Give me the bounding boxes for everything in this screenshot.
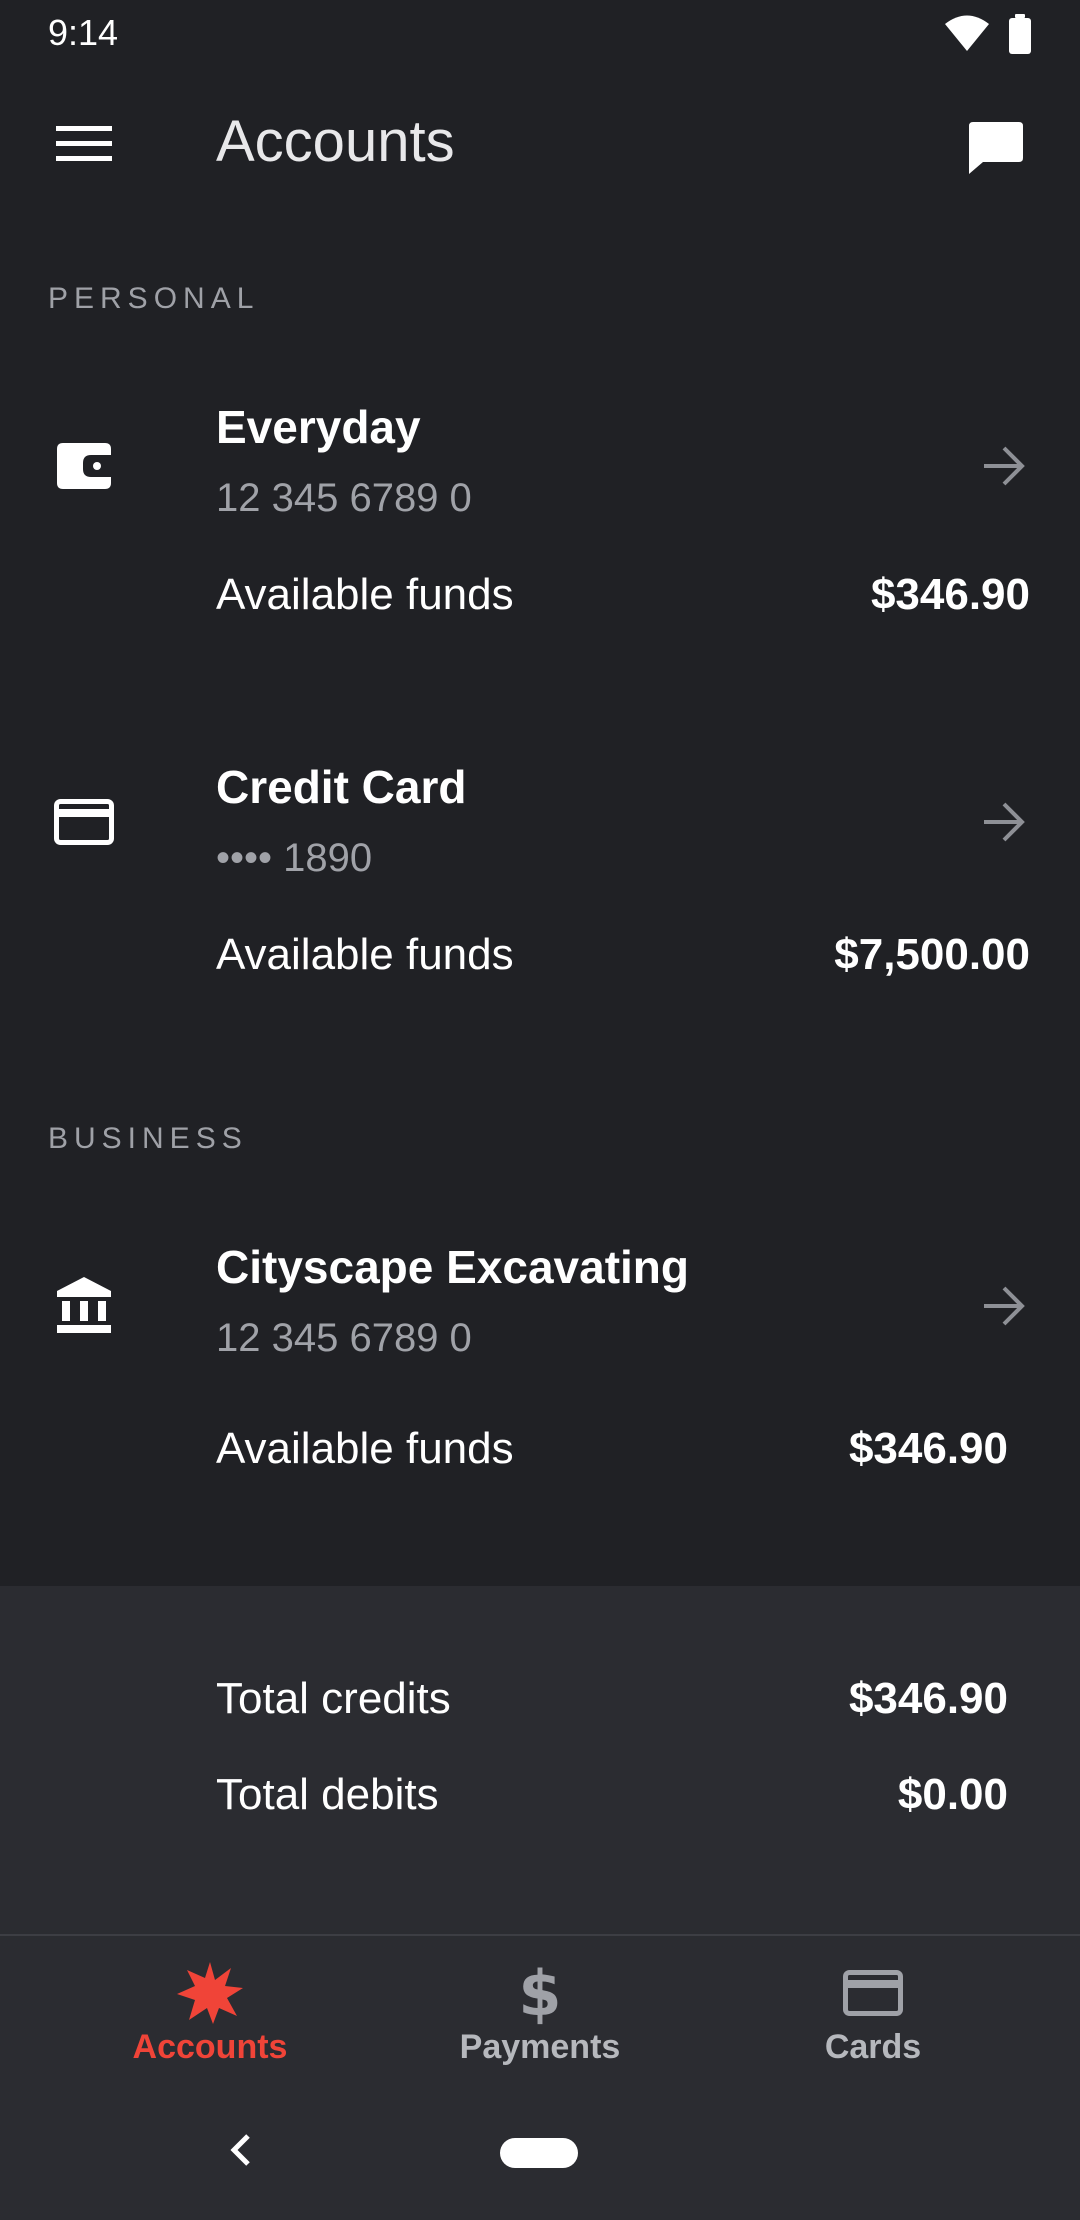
system-home-pill[interactable] — [500, 2138, 578, 2168]
account-name: Everyday — [216, 401, 421, 453]
app-bar: Accounts — [0, 66, 1080, 222]
hamburger-menu-icon — [56, 126, 112, 161]
system-back-button[interactable] — [218, 2118, 262, 2182]
available-funds-label: Available funds — [216, 570, 514, 619]
nav-tab-accounts[interactable]: Accounts — [45, 1936, 375, 2086]
section-label-business: BUSINESS — [48, 1122, 248, 1155]
nav-tab-payments[interactable]: $ Payments — [375, 1936, 705, 2086]
available-funds-value: $7,500.00 — [834, 930, 1030, 979]
bank-icon — [52, 1274, 116, 1338]
status-bar: 9:14 — [0, 0, 1080, 66]
nav-label: Payments — [459, 2028, 621, 2066]
dollar-icon: $ — [518, 1956, 562, 2030]
status-icons — [944, 14, 1032, 54]
account-number: 12 345 6789 0 — [216, 1316, 472, 1360]
available-funds-label: Available funds — [216, 1424, 514, 1473]
chevron-left-icon — [230, 2134, 250, 2166]
total-debits-value: $0.00 — [897, 1770, 1008, 1819]
arrow-right-icon — [978, 440, 1030, 492]
menu-button[interactable] — [40, 112, 128, 176]
available-funds-label: Available funds — [216, 930, 514, 979]
total-credits-label: Total credits — [216, 1674, 451, 1723]
account-number: 12 345 6789 0 — [216, 476, 472, 520]
status-time: 9:14 — [48, 12, 119, 53]
card-icon — [838, 1958, 908, 2028]
account-number: •••• 1890 — [216, 836, 373, 880]
total-credits-value: $346.90 — [848, 1674, 1008, 1723]
wifi-icon — [945, 15, 989, 51]
nav-label: Cards — [824, 2028, 922, 2066]
page-title: Accounts — [216, 109, 455, 174]
bottom-navigation: Accounts $ Payments Cards — [0, 1934, 1080, 2084]
nav-label: Accounts — [132, 2028, 288, 2066]
system-navigation-bar — [0, 2084, 1080, 2220]
wallet-icon — [52, 434, 116, 498]
available-funds-value: $346.90 — [848, 1424, 1008, 1473]
star-logo-icon — [175, 1958, 245, 2028]
nav-tab-cards[interactable]: Cards — [708, 1936, 1038, 2086]
messages-button[interactable] — [960, 112, 1032, 184]
battery-icon — [1009, 14, 1031, 54]
arrow-right-icon — [978, 796, 1030, 848]
arrow-right-icon — [978, 1280, 1030, 1332]
account-item-credit-card[interactable]: Credit Card •••• 1890 Available funds $7… — [0, 760, 1080, 1010]
account-item-cityscape-excavating[interactable]: Cityscape Excavating 12 345 6789 0 Avail… — [0, 1240, 1080, 1490]
credit-card-icon — [52, 790, 116, 854]
available-funds-value: $346.90 — [870, 570, 1030, 619]
account-name: Cityscape Excavating — [216, 1241, 690, 1293]
account-item-everyday[interactable]: Everyday 12 345 6789 0 Available funds $… — [0, 400, 1080, 650]
account-name: Credit Card — [216, 761, 467, 813]
total-debits-label: Total debits — [216, 1770, 439, 1819]
section-label-personal: PERSONAL — [48, 282, 260, 315]
totals-panel: Total credits $346.90 Total debits $0.00 — [0, 1586, 1080, 1934]
chat-icon — [969, 122, 1023, 174]
